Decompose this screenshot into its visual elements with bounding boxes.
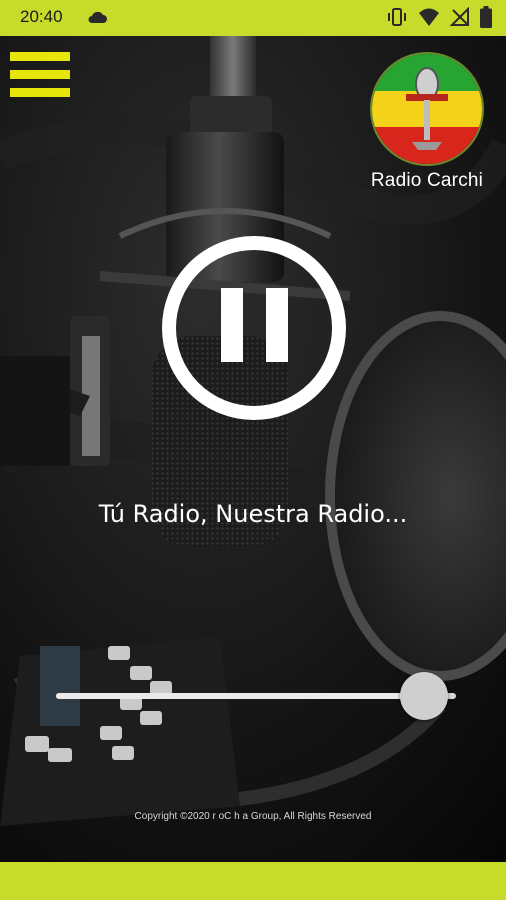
app-screen: 20:40 Radio Carchi Tú Radio, Nuestra Rad… bbox=[0, 0, 506, 900]
hamburger-menu-icon[interactable] bbox=[10, 52, 70, 100]
vibrate-icon bbox=[388, 8, 406, 26]
pause-icon bbox=[221, 288, 243, 362]
status-icons bbox=[386, 6, 492, 28]
station-tagline: Tú Radio, Nuestra Radio... bbox=[98, 500, 408, 528]
wifi-icon bbox=[419, 8, 439, 26]
logo-badge bbox=[370, 52, 484, 166]
menu-line bbox=[10, 88, 70, 97]
bottom-bar bbox=[0, 862, 506, 900]
status-time: 20:40 bbox=[20, 7, 63, 26]
cloud-icon bbox=[88, 11, 107, 23]
menu-line bbox=[10, 52, 70, 61]
slider-thumb[interactable] bbox=[400, 672, 448, 720]
battery-icon bbox=[480, 6, 492, 28]
no-signal-icon bbox=[450, 7, 469, 26]
status-bar: 20:40 bbox=[0, 0, 506, 36]
copyright-text: Copyright ©2020 r oC h a Group, All Righ… bbox=[134, 811, 372, 822]
menu-line bbox=[10, 70, 70, 79]
station-logo: Radio Carchi bbox=[366, 52, 488, 192]
volume-slider[interactable] bbox=[56, 672, 456, 720]
slider-fill bbox=[56, 693, 424, 699]
logo-text: Radio Carchi bbox=[370, 170, 484, 191]
microphone-flag-icon bbox=[372, 54, 482, 164]
pause-button[interactable] bbox=[158, 232, 350, 424]
